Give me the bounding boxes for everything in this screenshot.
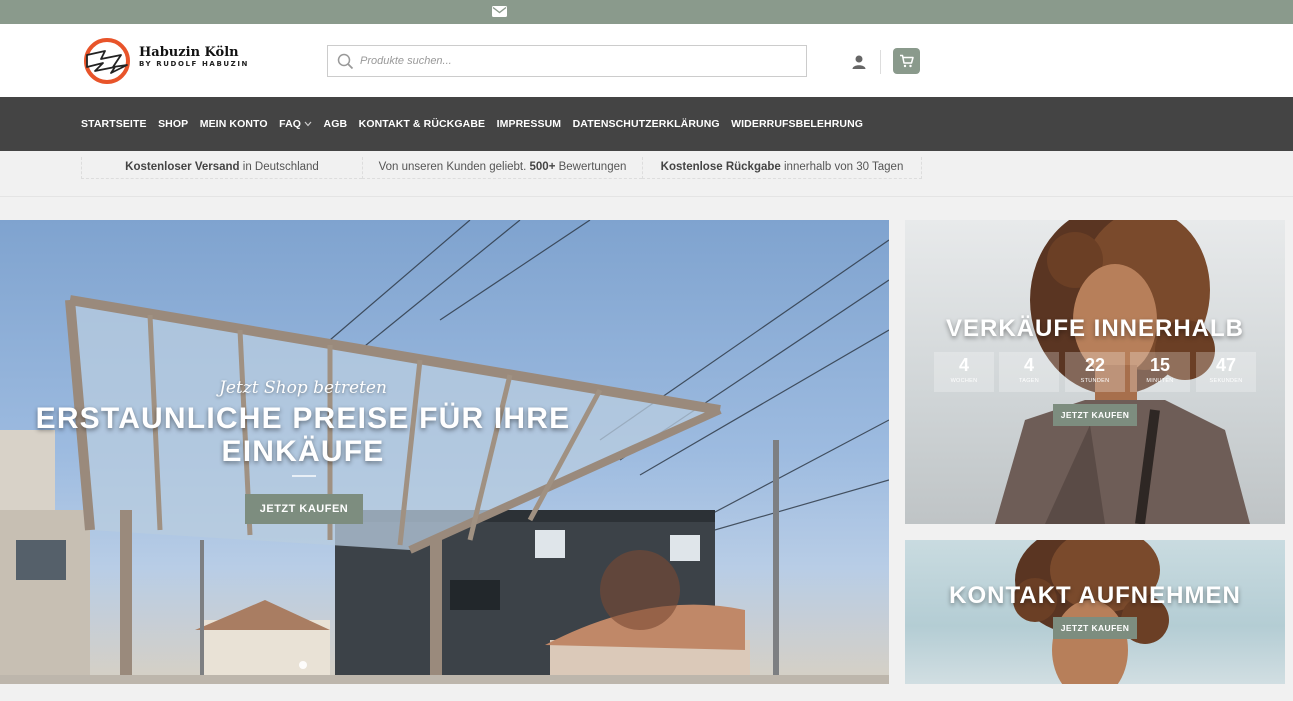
countdown-value: 4 [958,355,969,375]
site-header: Habuzin Köln BY RUDOLF HABUZIN [0,24,1293,97]
nav-item-label: FAQ [279,118,302,130]
countdown-minutes: 15 MINUTEN [1130,352,1190,392]
nav-item-startseite[interactable]: STARTSEITE [81,118,147,130]
sale-shop-button[interactable]: JETZT KAUFEN [1053,404,1137,426]
hero-slider: Jetzt Shop betreten ERSTAUNLICHE PREISE … [0,220,889,684]
contact-banner-image [1013,540,1169,684]
site-logo[interactable]: Habuzin Köln BY RUDOLF HABUZIN [83,37,263,85]
slider-dot[interactable] [299,661,307,669]
section-divider [0,196,1293,197]
nav-item-label: SHOP [158,118,189,130]
logo-emblem-icon [84,38,130,84]
logo-title: Habuzin Köln [139,45,239,60]
countdown-label: WOCHEN [950,378,978,384]
nav-item-shop[interactable]: SHOP [158,118,188,130]
cart-button[interactable] [893,48,920,74]
account-icon[interactable] [851,54,867,70]
countdown-value: 4 [1023,355,1034,375]
nav-item-impressum[interactable]: IMPRESSUM [497,118,562,130]
hero-title-line: EINKÄUFE [221,435,385,468]
nav-item-label: IMPRESSUM [496,118,562,130]
usp-bold-text: 500+ [529,161,556,173]
usp-text: innerhalb von 30 Tagen [780,161,904,173]
logo-subtitle: BY RUDOLF HABUZIN [139,60,250,68]
hero-subtitle: Jetzt Shop betreten [219,378,387,398]
nav-item-label: STARTSEITE [81,118,147,130]
countdown-label: TAGEN [1018,378,1040,384]
nav-item-agb[interactable]: AGB [324,118,348,130]
nav-item-label: AGB [323,118,348,130]
nav-item-label: DATENSCHUTZERKLÄRUNG [572,118,720,130]
sale-banner[interactable]: VERKÄUFE INNERHALB 4 WOCHEN 4 TAGEN 22 S… [905,220,1285,524]
nav-item-mein-konto[interactable]: MEIN KONTO [200,118,268,130]
contact-banner[interactable]: KONTAKT AUFNEHMEN JETZT KAUFEN [905,540,1285,684]
countdown-days: 4 TAGEN [999,352,1059,392]
countdown-hours: 22 STUNDEN [1065,352,1125,392]
countdown-value: 22 [1084,355,1106,375]
sale-banner-title: VERKÄUFE INNERHALB [945,315,1244,342]
usp-reviews: Von unseren Kunden geliebt. 500+ Bewertu… [362,157,642,179]
hero-title: ERSTAUNLICHE PREISE FÜR IHRE EINKÄUFE [30,402,576,468]
usp-text: Bewertungen [555,161,627,173]
search-box [327,45,807,77]
hero-title-line: ERSTAUNLICHE PREISE FÜR IHRE [35,402,571,435]
nav-item-label: KONTAKT & RÜCKGABE [358,118,486,130]
countdown-label: SEKUNDEN [1209,378,1243,384]
hero-divider [292,475,316,477]
nav-item-label: WIDERRUFSBELEHRUNG [731,118,864,130]
top-bar [0,0,1293,24]
search-icon[interactable] [337,53,354,70]
header-divider [880,50,881,74]
countdown-seconds: 47 SEKUNDEN [1196,352,1256,392]
nav-item-datenschutz[interactable]: DATENSCHUTZERKLÄRUNG [573,118,720,130]
usp-bold-text: Kostenlose Rückgabe [660,161,781,173]
usp-bar: Kostenloser Versand in Deutschland Von u… [0,151,1293,184]
nav-item-kontakt-rueckgabe[interactable]: KONTAKT & RÜCKGABE [359,118,485,130]
nav-item-faq[interactable]: FAQ [279,118,312,130]
contact-banner-title: KONTAKT AUFNEHMEN [949,582,1241,609]
cart-icon [900,54,914,68]
contact-shop-button[interactable]: JETZT KAUFEN [1053,617,1137,639]
usp-text: Von unseren Kunden geliebt. [378,161,530,173]
countdown-label: STUNDEN [1080,378,1110,384]
usp-text: in Deutschland [239,161,319,173]
usp-free-returns: Kostenlose Rückgabe innerhalb von 30 Tag… [642,157,922,179]
chevron-down-icon [304,121,312,127]
countdown-weeks: 4 WOCHEN [934,352,994,392]
nav-item-label: MEIN KONTO [199,118,268,130]
mail-icon[interactable] [492,6,507,17]
countdown-label: MINUTEN [1146,378,1174,384]
usp-free-shipping: Kostenloser Versand in Deutschland [81,157,362,179]
countdown-value: 15 [1149,355,1171,375]
usp-bold-text: Kostenloser Versand [125,161,240,173]
hero-shop-button[interactable]: JETZT KAUFEN [245,494,363,524]
countdown-value: 47 [1215,355,1237,375]
main-navigation: STARTSEITE SHOP MEIN KONTO FAQ AGB KONTA… [0,97,1293,151]
nav-item-widerruf[interactable]: WIDERRUFSBELEHRUNG [731,118,863,130]
search-input[interactable] [360,51,790,71]
